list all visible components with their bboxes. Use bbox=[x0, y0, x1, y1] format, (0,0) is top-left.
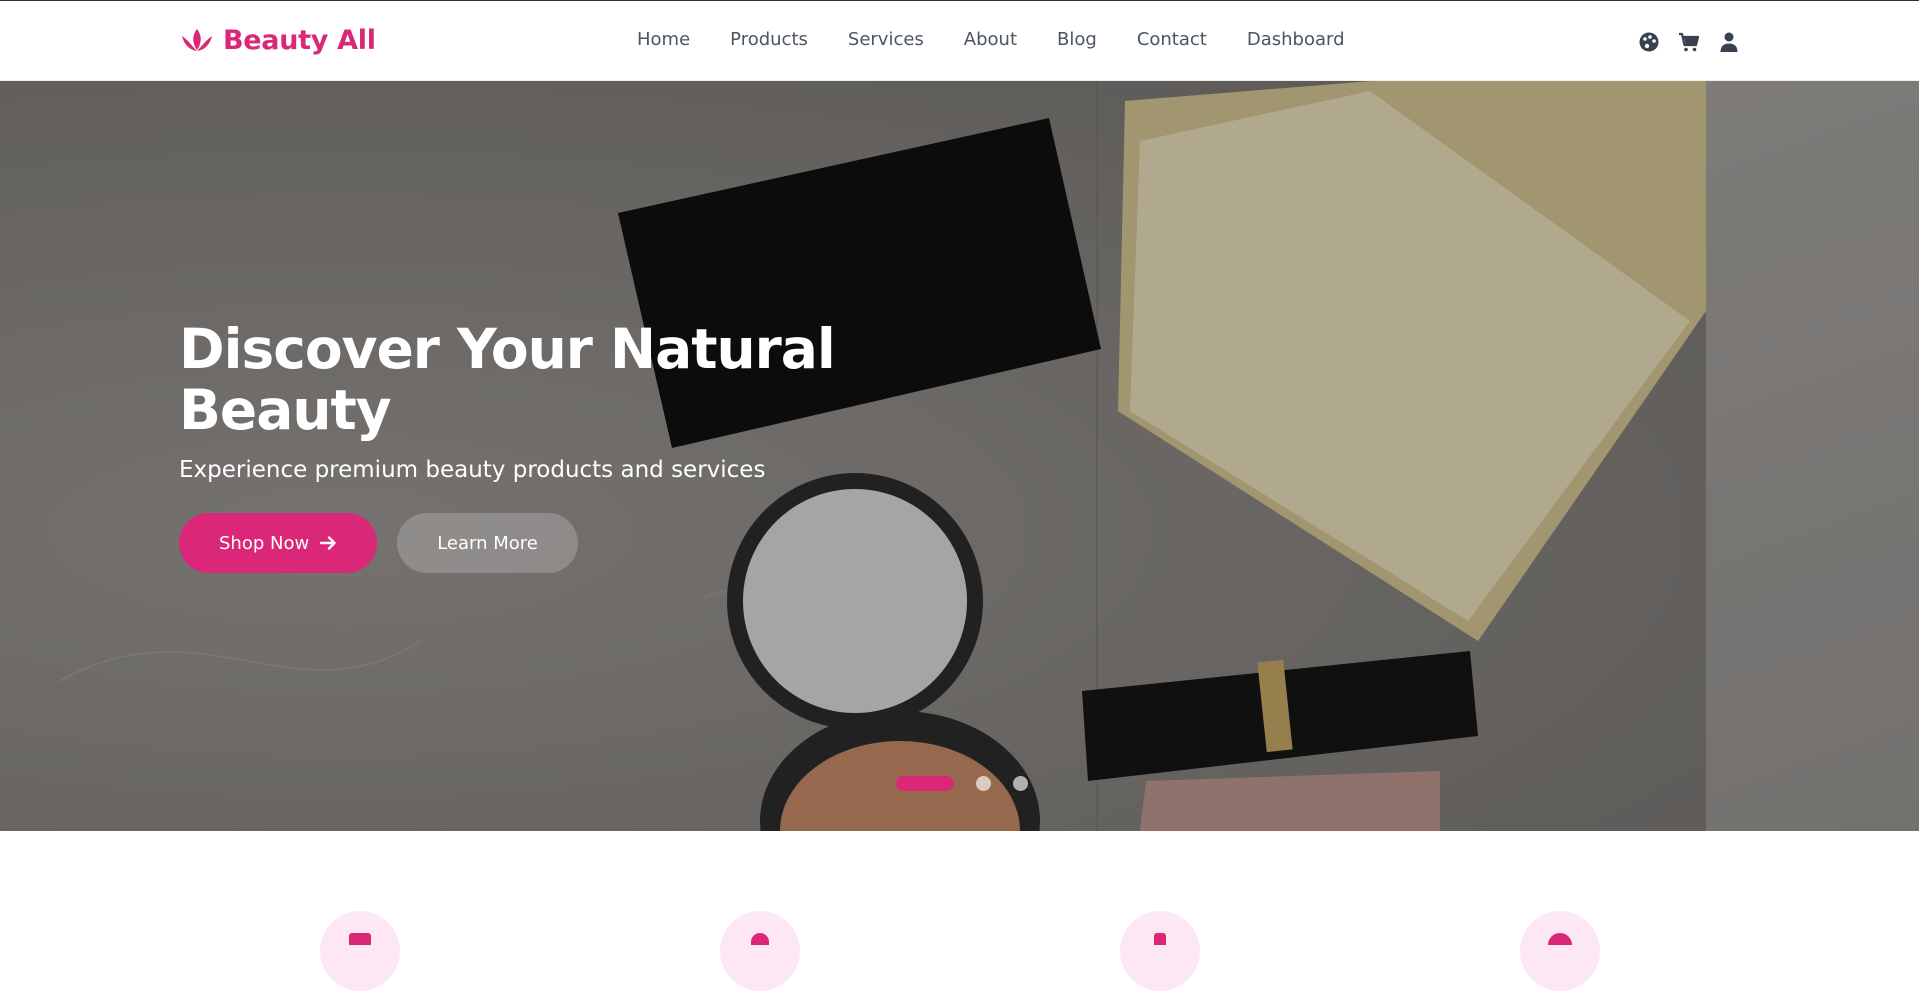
feature-icon-4 bbox=[1520, 911, 1600, 991]
learn-more-button[interactable]: Learn More bbox=[397, 513, 578, 573]
cart-icon[interactable] bbox=[1678, 31, 1700, 53]
nav-blog[interactable]: Blog bbox=[1057, 29, 1097, 50]
hero-banner: Discover Your Natural Beauty Experience … bbox=[0, 81, 1919, 831]
hero-subtitle: Experience premium beauty products and s… bbox=[179, 457, 766, 483]
nav-home[interactable]: Home bbox=[637, 29, 690, 50]
carousel-dot-2[interactable] bbox=[976, 776, 991, 791]
brand-name: Beauty All bbox=[223, 25, 376, 56]
arrow-right-icon bbox=[320, 536, 336, 550]
main-nav: Home Products Services About Blog Contac… bbox=[637, 29, 1385, 50]
nav-about[interactable]: About bbox=[964, 29, 1017, 50]
shop-now-button[interactable]: Shop Now bbox=[179, 513, 378, 573]
user-icon[interactable] bbox=[1718, 31, 1740, 53]
nav-dashboard[interactable]: Dashboard bbox=[1247, 29, 1345, 50]
shop-now-label: Shop Now bbox=[219, 532, 310, 554]
lotus-icon bbox=[182, 28, 212, 51]
hero-content: Discover Your Natural Beauty Experience … bbox=[179, 319, 899, 573]
feature-icon-2 bbox=[720, 911, 800, 991]
palette-icon[interactable] bbox=[1638, 31, 1660, 53]
hero-buttons: Shop Now Learn More bbox=[179, 513, 899, 573]
nav-contact[interactable]: Contact bbox=[1137, 29, 1207, 50]
learn-more-label: Learn More bbox=[437, 532, 538, 554]
header-actions bbox=[1638, 31, 1740, 53]
carousel-dot-1[interactable] bbox=[896, 776, 954, 791]
nav-services[interactable]: Services bbox=[848, 29, 924, 50]
nav-products[interactable]: Products bbox=[730, 29, 808, 50]
carousel-dot-3[interactable] bbox=[1013, 776, 1028, 791]
feature-icon-3 bbox=[1120, 911, 1200, 991]
carousel-indicators bbox=[896, 776, 1028, 791]
hero-title: Discover Your Natural Beauty bbox=[179, 317, 836, 442]
site-header: Beauty All Home Products Services About … bbox=[0, 0, 1919, 81]
features-section bbox=[0, 831, 1919, 991]
feature-icon-1 bbox=[320, 911, 400, 991]
brand-logo[interactable]: Beauty All bbox=[179, 25, 376, 56]
